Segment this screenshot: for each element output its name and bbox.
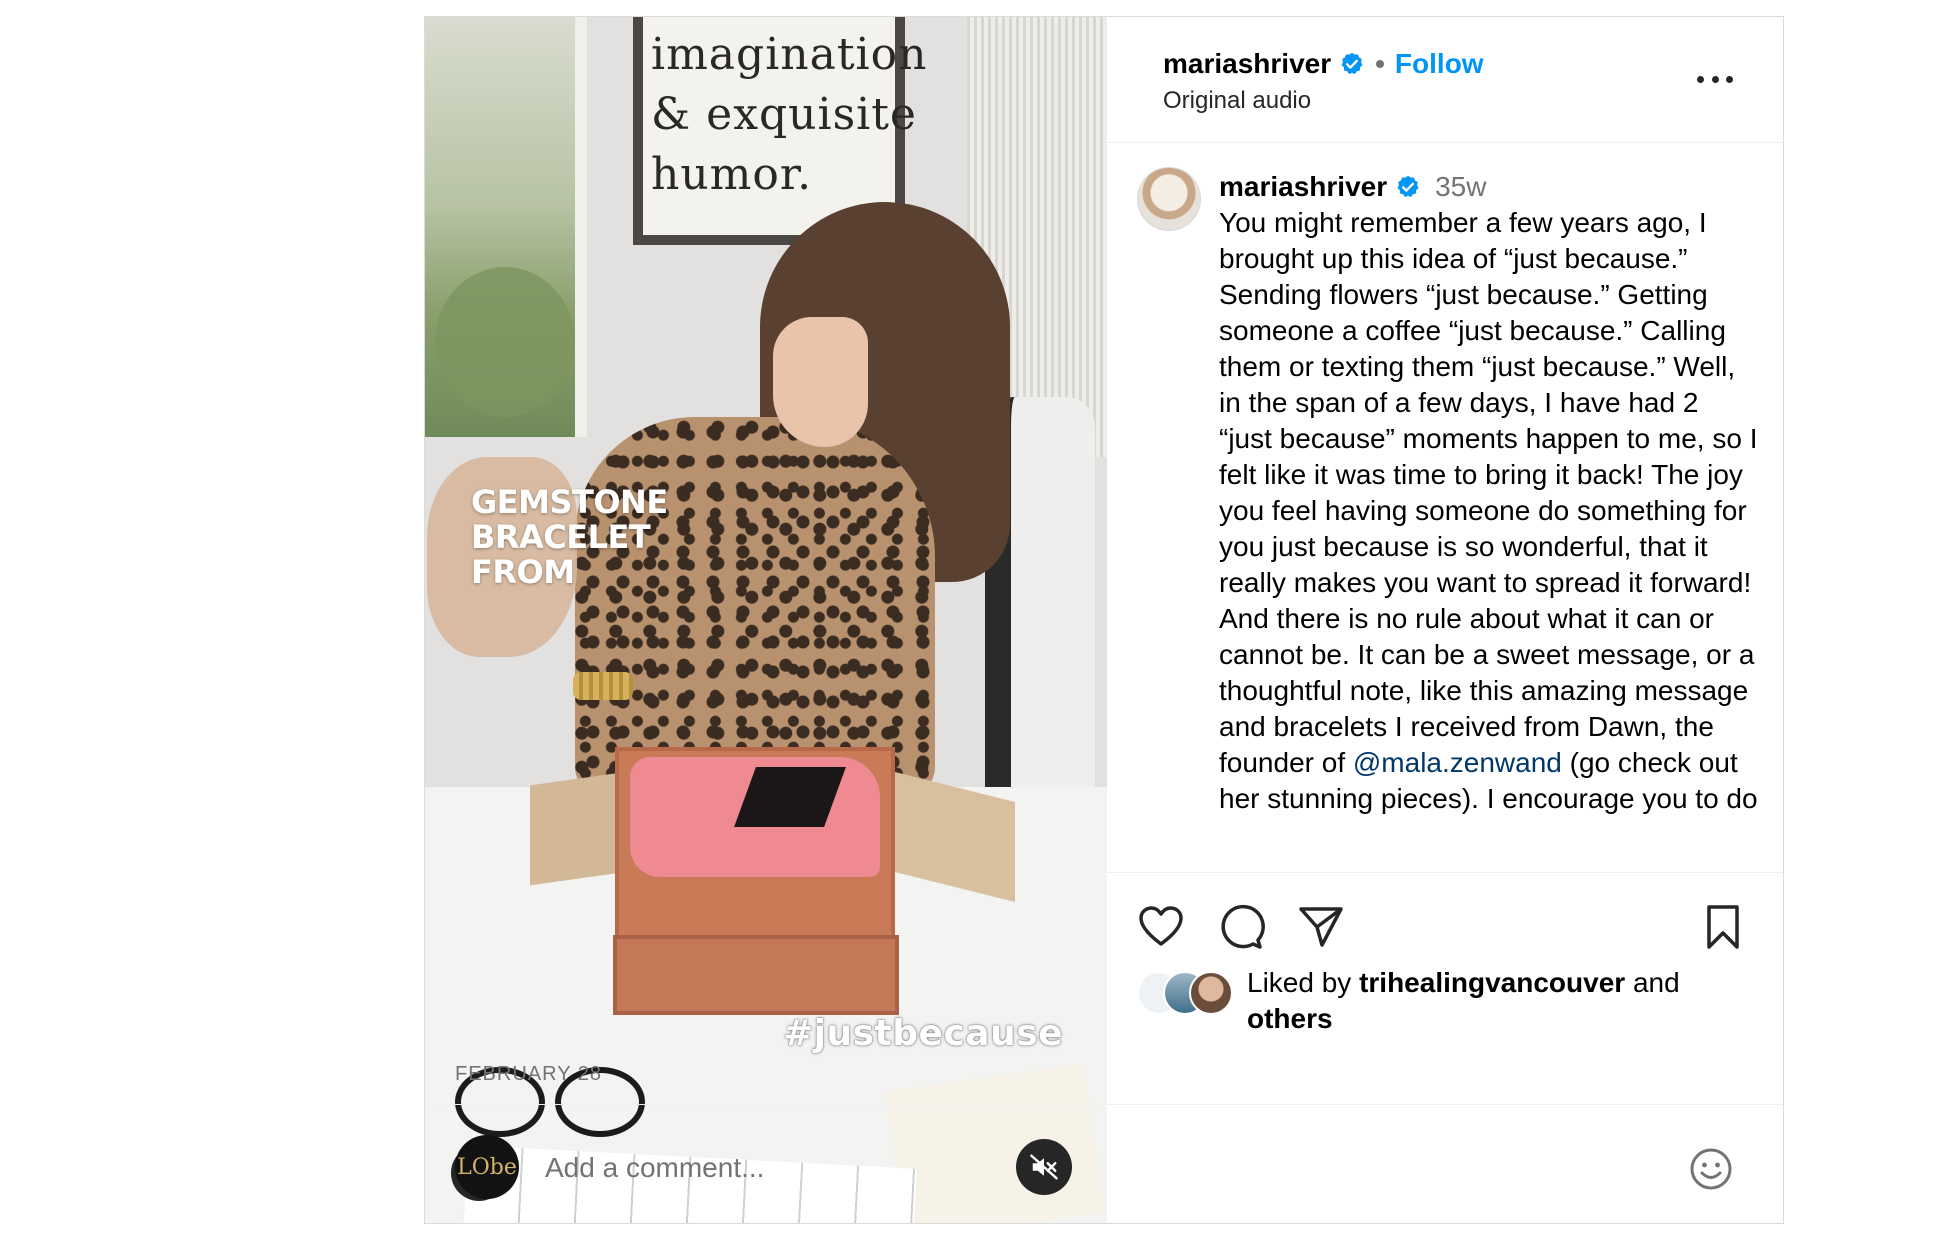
video-caption-overlay: GEMSTONE BRACELET FROM xyxy=(471,485,711,590)
verified-badge-icon xyxy=(1397,175,1419,197)
instagram-post: imagination & exquisite humor. GEMSTONE … xyxy=(424,16,1784,1224)
caption-text-main: You might remember a few years ago, I br… xyxy=(1219,207,1758,778)
caption-username[interactable]: mariashriver xyxy=(1219,169,1387,205)
likes-others-link[interactable]: others xyxy=(1247,1003,1333,1034)
heart-icon[interactable] xyxy=(1137,903,1185,951)
share-icon[interactable] xyxy=(1297,903,1345,951)
overlay-line: FROM xyxy=(471,553,575,591)
caption-text: You might remember a few years ago, I br… xyxy=(1219,205,1759,817)
sign-line: humor. xyxy=(651,149,813,200)
sign-line: imagination xyxy=(651,29,928,80)
action-bar xyxy=(1107,873,1783,965)
caption-header: mariashriver 35w xyxy=(1219,169,1759,205)
caption-scroll-area[interactable]: mariashriver 35w You might remember a fe… xyxy=(1107,143,1783,873)
emoji-icon[interactable] xyxy=(1687,1145,1735,1193)
add-comment-bar: LObe xyxy=(425,1104,1783,1223)
liker-username-link[interactable]: trihealingvancouver xyxy=(1359,967,1625,998)
header-username[interactable]: mariashriver xyxy=(1163,48,1331,80)
post-date[interactable]: FEBRUARY 28 xyxy=(455,1063,602,1086)
caption-body: mariashriver 35w You might remember a fe… xyxy=(1219,169,1759,817)
bookmark-icon[interactable] xyxy=(1699,903,1747,951)
video-hashtag-overlay: #justbecause xyxy=(783,1013,1064,1054)
follow-button[interactable]: Follow xyxy=(1395,48,1484,80)
sign-line: & exquisite xyxy=(651,89,917,140)
caption-timestamp[interactable]: 35w xyxy=(1435,169,1486,205)
comment-icon[interactable] xyxy=(1217,903,1265,951)
header-user-line: mariashriver • Follow xyxy=(1163,48,1484,80)
post-header: mariashriver • Follow Original audio xyxy=(1107,17,1783,143)
post-video[interactable]: imagination & exquisite humor. GEMSTONE … xyxy=(425,17,1107,1223)
current-user-avatar: LObe xyxy=(455,1135,519,1199)
more-options-button[interactable] xyxy=(1697,69,1733,89)
caption-avatar[interactable] xyxy=(1137,167,1201,231)
post-details-panel: mariashriver • Follow Original audio mar… xyxy=(425,17,1783,1223)
audio-label[interactable]: Original audio xyxy=(1163,87,1311,115)
overlay-line: GEMSTONE xyxy=(471,483,668,521)
likes-summary: Liked by trihealingvancouver and others xyxy=(1107,965,1783,1035)
verified-badge-icon xyxy=(1341,52,1363,74)
comment-input[interactable] xyxy=(543,1145,987,1191)
overlay-line: BRACELET xyxy=(471,518,651,556)
header-separator: • xyxy=(1375,48,1385,79)
liker-avatars[interactable] xyxy=(1137,971,1245,1015)
likes-prefix: Liked by xyxy=(1247,967,1360,998)
likes-middle: and xyxy=(1625,967,1680,998)
more-options-icon xyxy=(1697,75,1704,83)
likes-text: Liked by trihealingvancouver and others xyxy=(1247,965,1727,1037)
liker-avatar xyxy=(1189,971,1233,1015)
mention-link[interactable]: @mala.zenwand xyxy=(1353,747,1562,778)
